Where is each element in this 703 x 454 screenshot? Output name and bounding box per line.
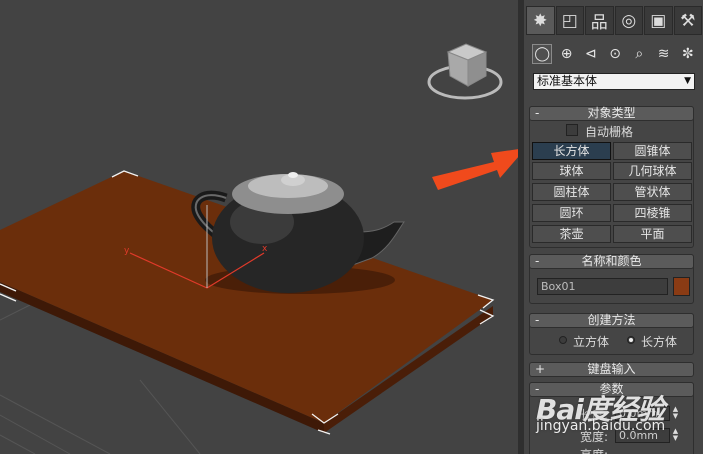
tab-hierarchy[interactable]: 品 bbox=[585, 6, 614, 35]
utilities-icon: ⚒ bbox=[680, 10, 696, 31]
rollout-title: 参数 bbox=[599, 382, 624, 396]
perspective-viewport[interactable]: y x bbox=[0, 0, 524, 454]
cylinder-button[interactable]: 圆柱体 bbox=[532, 183, 611, 201]
lights-button[interactable]: ⊲ bbox=[581, 44, 601, 64]
helpers-button[interactable]: ⌕ bbox=[629, 44, 649, 64]
length-field[interactable]: 0.0mm bbox=[615, 406, 670, 421]
helpers-icon: ⌕ bbox=[635, 46, 644, 62]
gizmo-y-label: y bbox=[124, 246, 130, 256]
cube-radio-label: 立方体 bbox=[573, 335, 610, 349]
width-field[interactable]: 0.0mm bbox=[615, 428, 670, 443]
collapse-icon: - bbox=[535, 254, 540, 268]
collapse-icon: - bbox=[535, 382, 540, 396]
plane-button[interactable]: 平面 bbox=[613, 225, 692, 243]
box-radio[interactable] bbox=[627, 336, 635, 344]
command-panel-tabs: ✸ ◰ 品 ◎ ▣ ⚒ bbox=[526, 6, 703, 36]
cube-radio[interactable] bbox=[559, 336, 567, 344]
motion-icon: ◎ bbox=[621, 10, 637, 31]
cone-button[interactable]: 圆锥体 bbox=[613, 142, 692, 160]
autogrid-checkbox[interactable] bbox=[566, 124, 578, 136]
rollout-title: 对象类型 bbox=[587, 106, 636, 120]
height-label: 高度: bbox=[580, 446, 608, 454]
rollout-title: 创建方法 bbox=[587, 313, 636, 327]
systems-icon: ✼ bbox=[682, 46, 694, 62]
shapes-button[interactable]: ⊕ bbox=[556, 44, 576, 64]
object-type-header[interactable]: - 对象类型 bbox=[529, 106, 694, 121]
rollout-title: 键盘输入 bbox=[587, 362, 636, 376]
name-color-header[interactable]: - 名称和颜色 bbox=[529, 254, 694, 269]
box-radio-label: 长方体 bbox=[641, 335, 678, 349]
viewcube[interactable] bbox=[427, 43, 503, 100]
tube-button[interactable]: 管状体 bbox=[613, 183, 692, 201]
length-label: 长度: bbox=[580, 408, 609, 422]
hierarchy-icon: 品 bbox=[590, 13, 608, 33]
geosphere-button[interactable]: 几何球体 bbox=[613, 162, 692, 180]
geometry-button[interactable]: ◯ bbox=[532, 44, 553, 64]
tab-display[interactable]: ▣ bbox=[644, 6, 673, 35]
rollout-title: 名称和颜色 bbox=[581, 254, 642, 268]
command-panel: ✸ ◰ 品 ◎ ▣ ⚒ ◯ ⊕ ⊲ ⊙ ⌕ ≋ ✼ 标准基本体 ▼ - 对象类型… bbox=[524, 0, 703, 454]
annotation-arrow-icon bbox=[432, 148, 524, 190]
systems-button[interactable]: ✼ bbox=[678, 44, 698, 64]
dropdown-value: 标准基本体 bbox=[537, 74, 598, 88]
primitive-type-dropdown[interactable]: 标准基本体 ▼ bbox=[533, 73, 695, 90]
lights-icon: ⊲ bbox=[584, 46, 597, 62]
parameters-header[interactable]: - 参数 bbox=[529, 382, 694, 397]
spacewarps-icon: ≋ bbox=[657, 46, 670, 62]
tab-create[interactable]: ✸ bbox=[526, 6, 555, 35]
collapse-icon: - bbox=[535, 106, 540, 120]
geometry-icon: ◯ bbox=[534, 46, 551, 62]
torus-button[interactable]: 圆环 bbox=[532, 204, 611, 222]
length-spinner[interactable]: ▲ ▼ bbox=[671, 406, 680, 421]
width-label: 宽度: bbox=[580, 430, 609, 444]
modify-icon: ◰ bbox=[561, 10, 578, 31]
create-category-bar: ◯ ⊕ ⊲ ⊙ ⌕ ≋ ✼ bbox=[532, 44, 702, 66]
collapse-icon: - bbox=[535, 313, 540, 327]
chevron-down-icon: ▼ bbox=[684, 76, 691, 86]
box-button[interactable]: 长方体 bbox=[532, 142, 611, 160]
pyramid-button[interactable]: 四棱锥 bbox=[613, 204, 692, 222]
tab-utilities[interactable]: ⚒ bbox=[673, 6, 702, 35]
tab-modify[interactable]: ◰ bbox=[555, 6, 584, 35]
shapes-icon: ⊕ bbox=[560, 46, 573, 62]
tab-motion[interactable]: ◎ bbox=[614, 6, 643, 35]
spacewarps-button[interactable]: ≋ bbox=[653, 44, 673, 64]
gizmo-x-label: x bbox=[262, 244, 268, 254]
autogrid-label: 自动栅格 bbox=[585, 125, 634, 139]
creation-method-header[interactable]: - 创建方法 bbox=[529, 313, 694, 328]
viewport-scene: y x bbox=[0, 43, 524, 454]
expand-icon: + bbox=[535, 362, 546, 376]
cameras-button[interactable]: ⊙ bbox=[605, 44, 625, 64]
object-name-field[interactable]: Box01 bbox=[537, 278, 668, 295]
display-icon: ▣ bbox=[650, 10, 667, 31]
sphere-button[interactable]: 球体 bbox=[532, 162, 611, 180]
create-icon: ✸ bbox=[533, 10, 548, 31]
cameras-icon: ⊙ bbox=[609, 46, 621, 62]
keyboard-entry-header[interactable]: + 键盘输入 bbox=[529, 362, 694, 377]
teapot-button[interactable]: 茶壶 bbox=[532, 225, 611, 243]
object-color-swatch[interactable] bbox=[673, 277, 690, 296]
width-spinner[interactable]: ▲ ▼ bbox=[671, 428, 680, 443]
